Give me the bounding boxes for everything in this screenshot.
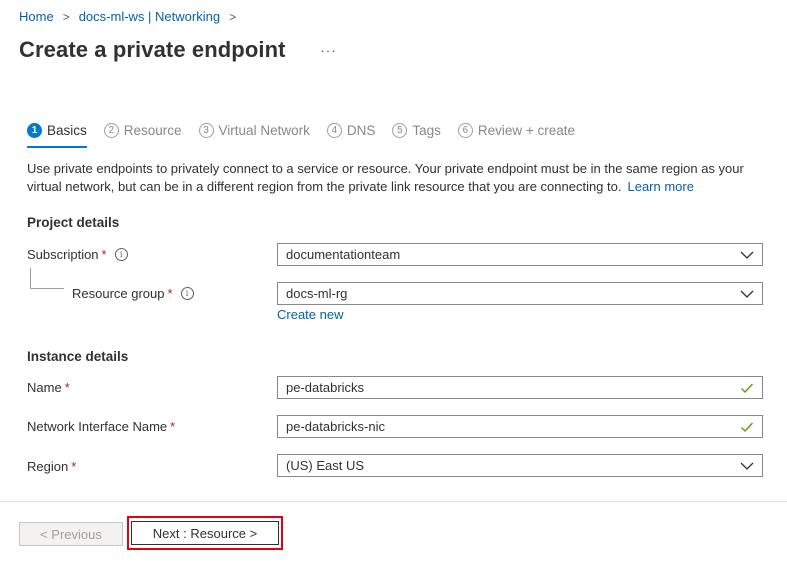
required-asterisk: *	[167, 286, 173, 301]
breadcrumb-networking-link[interactable]: docs-ml-ws | Networking	[79, 9, 220, 24]
tab-tags[interactable]: 5 Tags	[392, 118, 441, 142]
step-number-badge: 4	[326, 122, 342, 138]
tab-label: Tags	[412, 122, 441, 138]
name-label-row: Name *	[27, 380, 70, 395]
tab-dns[interactable]: 4 DNS	[326, 118, 376, 142]
subscription-label-row: Subscription * i	[27, 247, 128, 262]
resource-group-value: docs-ml-rg	[286, 286, 348, 301]
tab-resource[interactable]: 2 Resource	[103, 118, 182, 142]
required-asterisk: *	[64, 380, 70, 395]
learn-more-link[interactable]: Learn more	[627, 179, 693, 194]
wizard-tabs: 1 Basics 2 Resource 3 Virtual Network 4 …	[27, 118, 592, 148]
region-dropdown[interactable]: (US) East US	[277, 454, 763, 477]
instance-details-heading: Instance details	[27, 349, 129, 364]
checkmark-icon	[740, 420, 754, 434]
resource-group-dropdown[interactable]: docs-ml-rg	[277, 282, 763, 305]
nic-label-row: Network Interface Name *	[27, 419, 175, 434]
tab-basics[interactable]: 1 Basics	[27, 118, 87, 148]
next-resource-button[interactable]: Next : Resource >	[131, 521, 279, 545]
more-options-icon[interactable]: ···	[320, 42, 337, 58]
tab-label: DNS	[346, 122, 376, 138]
required-asterisk: *	[170, 419, 176, 434]
subscription-dropdown[interactable]: documentationteam	[277, 243, 763, 266]
description-text: Use private endpoints to privately conne…	[27, 160, 767, 196]
chevron-down-icon	[740, 459, 754, 473]
tree-connector-line	[30, 288, 64, 289]
nic-label: Network Interface Name	[27, 419, 168, 434]
tab-label: Review + create	[477, 122, 576, 138]
tree-connector-line	[30, 268, 31, 288]
chevron-down-icon	[740, 287, 754, 301]
subscription-value: documentationteam	[286, 247, 401, 262]
info-icon[interactable]: i	[180, 287, 194, 300]
step-number-badge: 1	[27, 122, 42, 138]
breadcrumb-home-link[interactable]: Home	[19, 9, 54, 24]
step-number-badge: 5	[392, 122, 408, 138]
nic-value: pe-databricks-nic	[286, 419, 385, 434]
footer-divider	[0, 501, 787, 502]
subscription-label: Subscription	[27, 247, 99, 262]
required-asterisk: *	[71, 459, 77, 474]
step-number-badge: 6	[457, 122, 473, 138]
required-asterisk: *	[101, 247, 107, 262]
step-number-badge: 2	[103, 122, 119, 138]
info-icon[interactable]: i	[114, 248, 128, 261]
tab-label: Resource	[123, 122, 182, 138]
previous-button[interactable]: < Previous	[19, 522, 123, 546]
name-input[interactable]: pe-databricks	[277, 376, 763, 399]
checkmark-icon	[740, 381, 754, 395]
tab-label: Virtual Network	[218, 122, 310, 138]
page-title: Create a private endpoint	[19, 37, 286, 62]
step-number-badge: 3	[198, 122, 214, 138]
breadcrumb: Home > docs-ml-ws | Networking >	[19, 9, 245, 24]
tab-review-create[interactable]: 6 Review + create	[457, 118, 576, 142]
name-value: pe-databricks	[286, 380, 365, 395]
region-value: (US) East US	[286, 458, 365, 473]
chevron-right-icon: >	[62, 9, 70, 24]
create-new-link[interactable]: Create new	[277, 307, 343, 322]
resource-group-label-row: Resource group * i	[72, 286, 194, 301]
region-label: Region	[27, 459, 69, 474]
resource-group-label: Resource group	[72, 286, 165, 301]
tab-label: Basics	[47, 122, 87, 138]
project-details-heading: Project details	[27, 215, 120, 230]
chevron-down-icon	[740, 248, 754, 262]
network-interface-name-input[interactable]: pe-databricks-nic	[277, 415, 763, 438]
name-label: Name	[27, 380, 62, 395]
region-label-row: Region *	[27, 459, 76, 474]
chevron-right-icon: >	[229, 9, 237, 24]
tab-virtual-network[interactable]: 3 Virtual Network	[198, 118, 310, 142]
